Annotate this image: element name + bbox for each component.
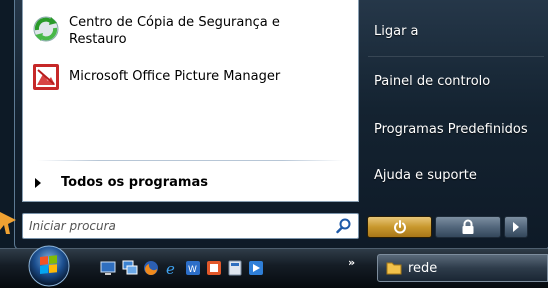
link-connect-to[interactable]: Ligar a xyxy=(374,24,419,39)
program-label: Microsoft Office Picture Manager xyxy=(69,69,281,84)
link-control-panel[interactable]: Painel de controlo xyxy=(374,74,490,89)
program-label-line: Restauro xyxy=(69,32,127,47)
search-input[interactable] xyxy=(29,217,319,235)
taskbar-button-label: rede xyxy=(408,261,438,276)
show-desktop-icon[interactable] xyxy=(100,260,116,276)
office-icon[interactable] xyxy=(206,260,222,276)
arrow-right-icon xyxy=(513,222,519,232)
power-button[interactable] xyxy=(367,216,432,238)
right-divider xyxy=(368,56,544,57)
firefox-icon[interactable] xyxy=(143,260,159,276)
folder-icon xyxy=(386,262,402,275)
lock-icon xyxy=(462,219,474,234)
picture-manager-icon xyxy=(33,64,59,90)
power-icon xyxy=(393,220,406,234)
svg-text:W: W xyxy=(188,265,197,275)
triangle-right-icon xyxy=(35,177,41,188)
windows-media-player-icon[interactable]: W xyxy=(185,260,201,276)
link-default-programs[interactable]: Programas Predefinidos xyxy=(374,122,528,137)
svg-text:e: e xyxy=(166,260,175,276)
search-icon[interactable] xyxy=(336,218,352,234)
program-label-line: Centro de Cópia de Segurança e xyxy=(69,15,280,30)
start-button[interactable] xyxy=(28,245,70,287)
search-box[interactable] xyxy=(22,213,359,239)
all-programs-button[interactable]: Todos os programas xyxy=(35,175,208,190)
shutdown-options-button[interactable] xyxy=(504,216,528,238)
backup-restore-icon xyxy=(33,16,59,42)
desktop: Centro de Cópia de Segurança e Restauro … xyxy=(0,0,548,288)
internet-explorer-icon[interactable]: e xyxy=(164,260,180,276)
lock-button[interactable] xyxy=(435,216,501,238)
link-help-support[interactable]: Ajuda e suporte xyxy=(374,168,477,183)
pointer-arrow-icon xyxy=(0,212,16,234)
quick-launch-overflow[interactable]: » xyxy=(348,256,355,269)
divider xyxy=(37,160,344,161)
programs-pane: Centro de Cópia de Segurança e Restauro … xyxy=(22,0,359,202)
switch-windows-icon[interactable] xyxy=(122,260,138,276)
media-center-icon[interactable] xyxy=(248,260,264,276)
all-programs-label: Todos os programas xyxy=(61,175,208,190)
program-item-backup-restore[interactable]: Centro de Cópia de Segurança e Restauro xyxy=(31,14,280,48)
taskbar-button-rede[interactable]: rede xyxy=(377,254,548,282)
calculator-icon[interactable] xyxy=(227,260,243,276)
program-item-picture-manager[interactable]: Microsoft Office Picture Manager xyxy=(31,62,280,92)
program-label: Centro de Cópia de Segurança e Restauro xyxy=(69,14,280,48)
